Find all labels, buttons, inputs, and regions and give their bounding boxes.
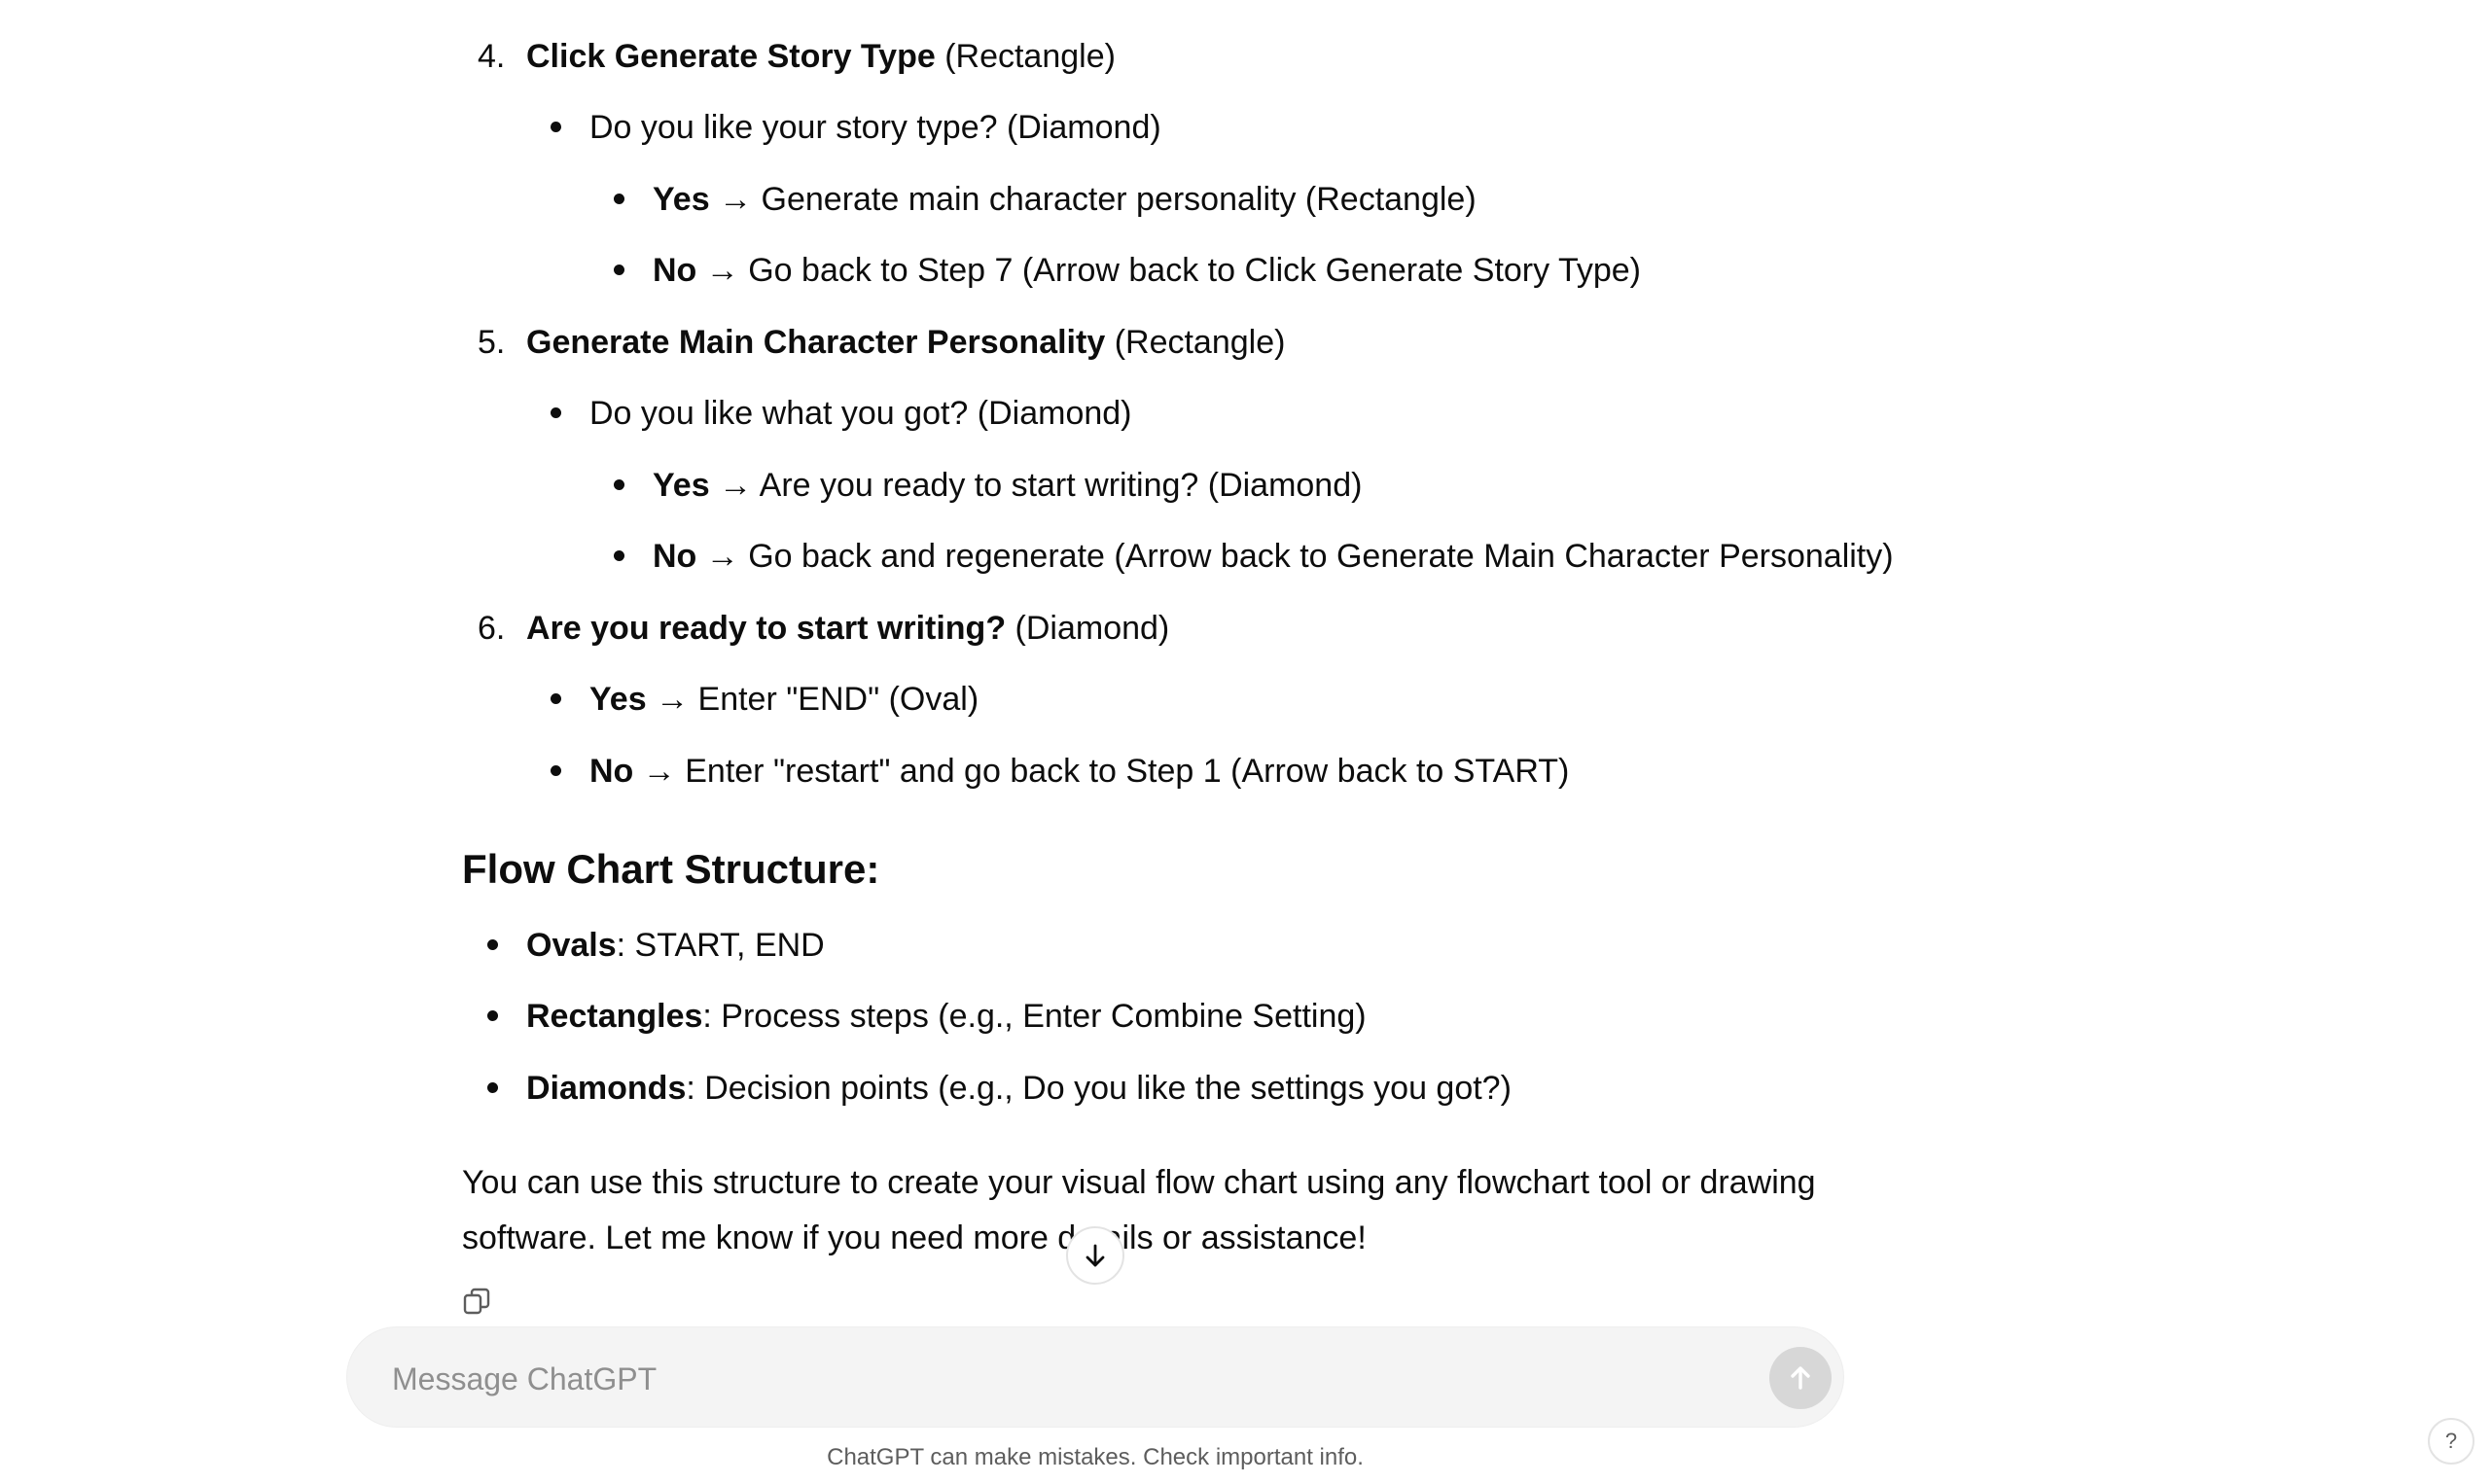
yes-text: → Generate main character personality (R…: [719, 181, 1477, 218]
step-number: 4.: [478, 38, 506, 75]
message-composer: [346, 1326, 1844, 1428]
structure-item: Rectangles: Process steps (e.g., Enter C…: [526, 995, 1367, 1038]
step-title: Are you ready to start writing?: [526, 610, 1007, 647]
bullet-dot: [551, 765, 561, 776]
closing-line-1: You can use this structure to create you…: [462, 1164, 1816, 1201]
structure-item-text: : START, END: [616, 927, 825, 964]
structure-item: Diamonds: Decision points (e.g., Do you …: [526, 1067, 1512, 1110]
no-text: → Go back and regenerate (Arrow back to …: [705, 538, 1894, 575]
bullet-dot: [551, 693, 561, 704]
bullet-dot: [487, 939, 498, 950]
disclaimer-text: ChatGPT can make mistakes. Check importa…: [827, 1444, 1364, 1470]
yes-text: → Enter "END" (Oval): [656, 681, 979, 718]
bullet-dot: [551, 407, 561, 418]
yes-branch: Yes → Generate main character personalit…: [653, 178, 1477, 221]
bullet-dot: [614, 265, 624, 275]
yes-label: Yes: [589, 681, 647, 718]
bullet-dot: [614, 194, 624, 204]
send-button[interactable]: [1769, 1347, 1832, 1409]
bullet-dot: [487, 1082, 498, 1093]
conversation-area: 4. Click Generate Story Type (Rectangle)…: [0, 0, 2492, 1323]
structure-item-text: : Process steps (e.g., Enter Combine Set…: [702, 998, 1367, 1035]
no-branch: No → Go back to Step 7 (Arrow back to Cl…: [653, 249, 1641, 292]
copy-button[interactable]: [457, 1282, 496, 1321]
structure-item-label: Rectangles: [526, 998, 703, 1035]
step-shape: (Diamond): [1015, 610, 1170, 647]
yes-text: → Are you ready to start writing? (Diamo…: [719, 467, 1363, 504]
structure-item-text: : Decision points (e.g., Do you like the…: [686, 1070, 1512, 1107]
scroll-to-bottom-button[interactable]: [1066, 1226, 1124, 1285]
no-label: No: [589, 753, 634, 790]
step-question: Do you like what you got? (Diamond): [589, 395, 1132, 432]
message-input[interactable]: [390, 1353, 1658, 1405]
step-title-line: Click Generate Story Type (Rectangle): [526, 35, 1116, 78]
no-text: → Enter "restart" and go back to Step 1 …: [642, 753, 1570, 790]
step-shape: (Rectangle): [944, 38, 1116, 75]
yes-label: Yes: [653, 467, 710, 504]
bullet-dot: [614, 550, 624, 561]
structure-item-label: Ovals: [526, 927, 617, 964]
step-title: Click Generate Story Type: [526, 38, 936, 75]
copy-icon: [463, 1288, 490, 1315]
step-title: Generate Main Character Personality: [526, 324, 1106, 361]
help-button[interactable]: ?: [2428, 1418, 2474, 1465]
structure-item: Ovals: START, END: [526, 924, 825, 967]
bullet-dot: [551, 122, 561, 132]
step-number: 6.: [478, 610, 506, 647]
no-label: No: [653, 252, 697, 289]
bullet-dot: [614, 479, 624, 490]
step-question: Do you like your story type? (Diamond): [589, 109, 1161, 146]
closing-line-2: software. Let me know if you need more d…: [462, 1219, 1367, 1256]
step-title-line: Generate Main Character Personality (Rec…: [526, 321, 1285, 364]
arrow-up-icon: [1791, 1366, 1810, 1390]
yes-branch: Yes → Enter "END" (Oval): [589, 678, 979, 721]
bullet-dot: [487, 1010, 498, 1021]
section-heading: Flow Chart Structure:: [462, 846, 880, 892]
step-title-line: Are you ready to start writing? (Diamond…: [526, 607, 1169, 650]
yes-branch: Yes → Are you ready to start writing? (D…: [653, 464, 1362, 507]
no-branch: No → Go back and regenerate (Arrow back …: [653, 535, 1894, 578]
yes-label: Yes: [653, 181, 710, 218]
structure-item-label: Diamonds: [526, 1070, 687, 1107]
no-text: → Go back to Step 7 (Arrow back to Click…: [705, 252, 1641, 289]
step-number: 5.: [478, 324, 506, 361]
no-branch: No → Enter "restart" and go back to Step…: [589, 750, 1569, 793]
no-label: No: [653, 538, 697, 575]
arrow-down-icon: [1086, 1244, 1105, 1267]
step-shape: (Rectangle): [1114, 324, 1286, 361]
